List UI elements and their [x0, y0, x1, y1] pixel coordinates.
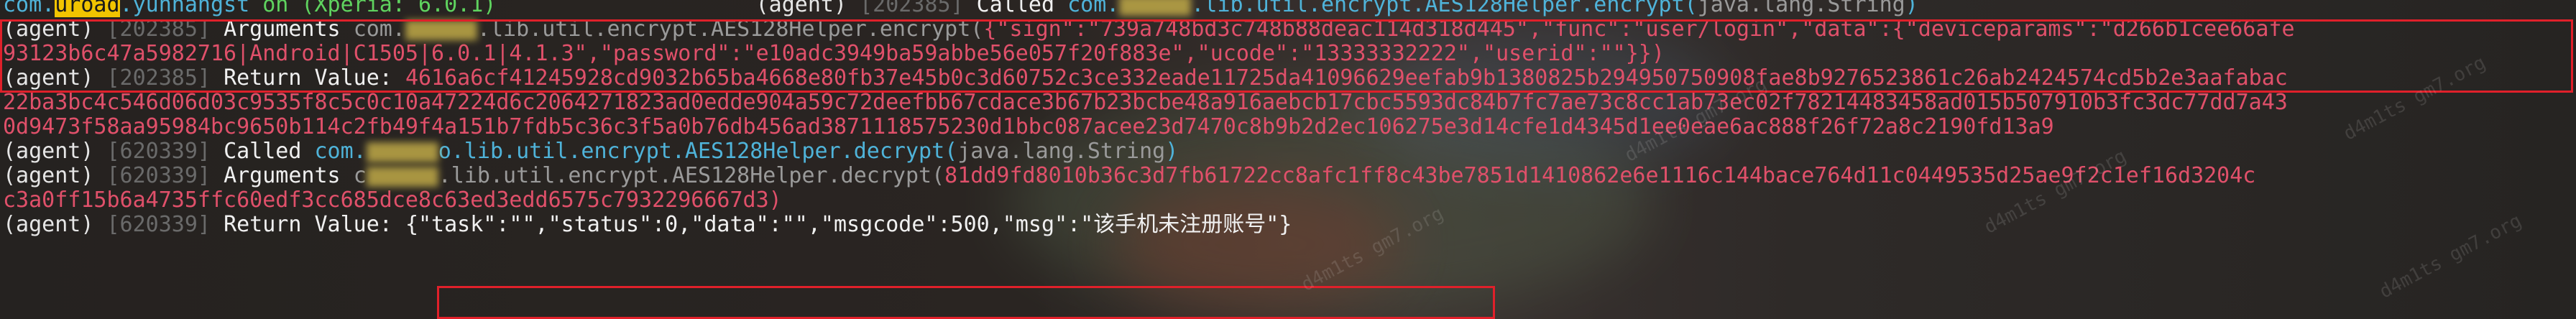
- agent-label: (agent): [3, 17, 94, 42]
- terminal-output: com.uroad.yunnangst on (Xperia: 6.0.1) (…: [3, 0, 2576, 237]
- device-info: on (Xperia: 6.0.1): [249, 0, 497, 17]
- arguments-label: Arguments: [224, 17, 354, 42]
- return-hex-cont: 22ba3bc4c546d06d03c9535f8c5c0c10a47224d6…: [3, 90, 2288, 115]
- arguments-json-cont: 93123b6c47a5982716|Android|C1505|6.0.1|4…: [3, 41, 1665, 66]
- method-package-prefix: com.: [1067, 0, 1120, 17]
- log-line-called-decrypt: (agent) [620339] Called com. o.lib.util.e…: [3, 139, 2576, 164]
- called-label: Called: [224, 139, 315, 164]
- agent-label: (agent): [755, 0, 847, 17]
- log-line-arguments-decrypt-cont: c3a0ff15b6a4735ffc60edf3cc685dce8c63ed3e…: [3, 188, 2576, 213]
- redacted-package: [366, 142, 438, 162]
- log-line-arguments-encrypt-cont: 93123b6c47a5982716|Android|C1505|6.0.1|4…: [3, 42, 2576, 66]
- method-arg-type: java.lang.String: [1697, 0, 1905, 17]
- app-package-prefix: com.: [3, 0, 55, 17]
- pid-label: [620339]: [106, 139, 211, 164]
- method-name: .lib.util.encrypt.AES128Helper.encrypt(: [1191, 0, 1698, 17]
- terminal-window[interactable]: com.uroad.yunnangst on (Xperia: 6.0.1) (…: [0, 0, 2576, 319]
- return-label: Return Value:: [224, 65, 405, 91]
- header-line: com.uroad.yunnangst on (Xperia: 6.0.1) (…: [3, 0, 2576, 17]
- method-close: ): [1165, 139, 1179, 164]
- log-line-return-encrypt-cont1: 22ba3bc4c546d06d03c9535f8c5c0c10a47224d6…: [3, 91, 2576, 115]
- method-name: .lib.util.encrypt.AES128Helper.encrypt(: [477, 17, 984, 42]
- method-package-prefix: com.: [353, 17, 405, 42]
- method-arg-type: java.lang.String: [957, 139, 1166, 164]
- pid-label: [620339]: [106, 163, 211, 188]
- method-package-prefix: c: [353, 163, 367, 188]
- agent-label: (agent): [3, 163, 94, 188]
- agent-label: (agent): [3, 212, 94, 237]
- return-hex-cont: 0d9473f58aa95984bc9650b114c2fb49f4a151b7…: [3, 114, 2054, 139]
- log-line-return-decrypt: (agent) [620339] Return Value: {"task":"…: [3, 213, 2576, 237]
- method-name: o.lib.util.encrypt.AES128Helper.decrypt(: [438, 139, 958, 164]
- called-label: Called: [976, 0, 1068, 17]
- redacted-package: [366, 166, 438, 187]
- method-close: ): [1905, 0, 1918, 17]
- arguments-hex-cont: c3a0ff15b6a4735ffc60edf3cc685dce8c63ed3e…: [3, 188, 782, 213]
- pid-label: [202385]: [106, 65, 211, 91]
- agent-label: (agent): [3, 65, 94, 91]
- log-line-arguments-encrypt: (agent) [202385] Arguments com. .lib.util…: [3, 17, 2576, 42]
- return-hex: 4616a6cf41245928cd9032b65ba4668e80fb37e4…: [405, 65, 2288, 91]
- app-package-suffix: .yunnangst: [119, 0, 250, 17]
- app-package-highlight: uroad: [55, 0, 120, 17]
- log-line-arguments-decrypt: (agent) [620339] Arguments c .lib.util.en…: [3, 164, 2576, 188]
- method-name: .lib.util.encrypt.AES128Helper.decrypt(: [438, 163, 945, 188]
- pid-label: [202385]: [106, 17, 211, 42]
- agent-label: (agent): [3, 139, 94, 164]
- pid-label: [620339]: [106, 212, 211, 237]
- redacted-package: [1119, 0, 1192, 16]
- arguments-label: Arguments: [224, 163, 354, 188]
- return-json: {"task":"","status":0,"data":"","msgcode…: [405, 212, 1292, 237]
- log-line-return-encrypt-cont2: 0d9473f58aa95984bc9650b114c2fb49f4a151b7…: [3, 115, 2576, 139]
- pid-label: [202385]: [860, 0, 964, 17]
- redacted-package: [405, 19, 477, 40]
- method-package-prefix: com.: [314, 139, 367, 164]
- arguments-json: {"sign":"739a748bd3c748b88deac114d318d44…: [983, 17, 2295, 42]
- log-line-return-encrypt: (agent) [202385] Return Value: 4616a6cf4…: [3, 66, 2576, 91]
- return-label: Return Value:: [224, 212, 405, 237]
